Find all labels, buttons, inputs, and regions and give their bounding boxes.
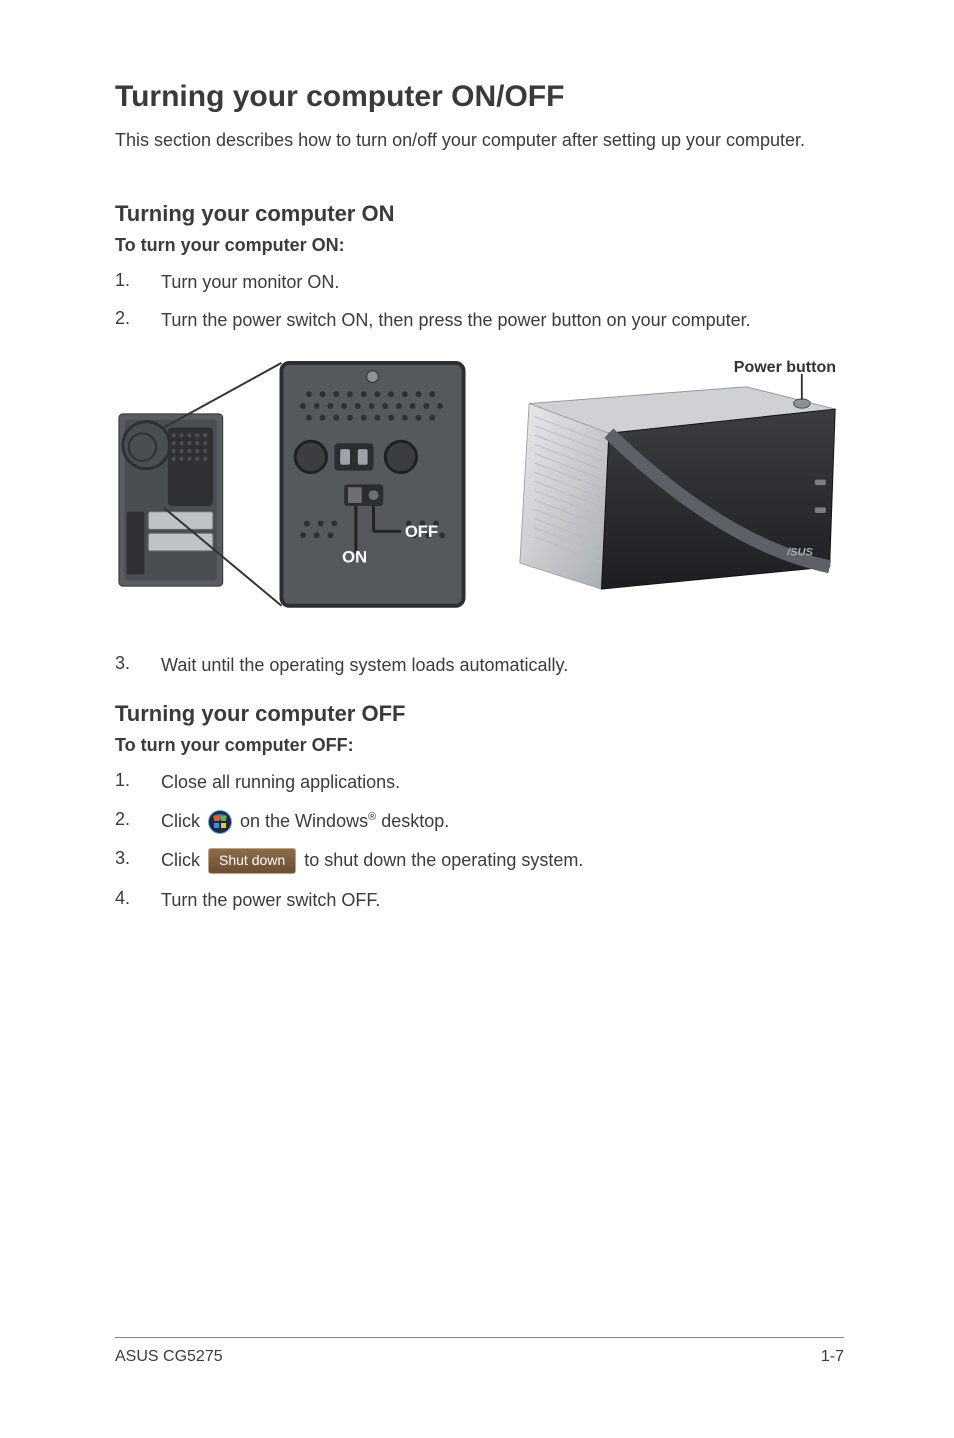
rear-panel-figure: ON OFF: [115, 359, 468, 614]
intro-text: This section describes how to turn on/of…: [115, 130, 844, 151]
turn-on-steps: 1. Turn your monitor ON. 2. Turn the pow…: [115, 270, 844, 333]
step-number: 4.: [115, 888, 161, 912]
shutdown-button-icon: Shut down: [208, 848, 296, 874]
windows-orb-icon: [208, 810, 232, 834]
registered-mark: ®: [368, 811, 376, 823]
svg-text:/SUS: /SUS: [785, 546, 813, 558]
list-item: 1. Turn your monitor ON.: [115, 270, 844, 294]
step3-part-a: Click: [161, 850, 205, 870]
power-button-label: Power button: [734, 359, 836, 377]
off-label: OFF: [405, 522, 438, 541]
turn-on-step3-list: 3. Wait until the operating system loads…: [115, 653, 844, 677]
list-item: 2. Turn the power switch ON, then press …: [115, 308, 844, 332]
figure-row: ON OFF Power button: [115, 359, 844, 614]
turn-off-heading: Turning your computer OFF: [115, 701, 844, 727]
list-item: 2. Click on the Windows® desktop.: [115, 809, 844, 834]
step-text: Wait until the operating system loads au…: [161, 653, 844, 677]
step-number: 3.: [115, 653, 161, 677]
step3-part-b: to shut down the operating system.: [304, 850, 583, 870]
list-item: 3. Click Shut down to shut down the oper…: [115, 848, 844, 874]
on-label: ON: [342, 547, 367, 566]
step-number: 3.: [115, 848, 161, 874]
step-text: Click on the Windows® desktop.: [161, 809, 844, 834]
list-item: 4. Turn the power switch OFF.: [115, 888, 844, 912]
footer-right: 1-7: [821, 1348, 844, 1366]
step2-part-c: desktop.: [376, 811, 449, 831]
page-title: Turning your computer ON/OFF: [115, 80, 844, 114]
step-text: Turn the power switch ON, then press the…: [161, 308, 844, 332]
front-panel-figure: Power button: [492, 359, 845, 591]
step-number: 2.: [115, 308, 161, 332]
step-number: 1.: [115, 270, 161, 294]
rear-panel-svg: ON OFF: [115, 359, 468, 614]
turn-on-instruction: To turn your computer ON:: [115, 235, 844, 256]
front-panel-svg: /SUS: [492, 359, 845, 591]
footer-left: ASUS CG5275: [115, 1348, 223, 1366]
turn-off-steps: 1. Close all running applications. 2. Cl…: [115, 770, 844, 912]
page-footer: ASUS CG5275 1-7: [115, 1337, 844, 1366]
step2-part-a: Click: [161, 811, 205, 831]
step-text: Close all running applications.: [161, 770, 844, 794]
step-text: Click Shut down to shut down the operati…: [161, 848, 844, 874]
step-number: 2.: [115, 809, 161, 834]
list-item: 3. Wait until the operating system loads…: [115, 653, 844, 677]
step-text: Turn the power switch OFF.: [161, 888, 844, 912]
turn-on-heading: Turning your computer ON: [115, 201, 844, 227]
step2-part-b: on the Windows: [240, 811, 368, 831]
step-text: Turn your monitor ON.: [161, 270, 844, 294]
step-number: 1.: [115, 770, 161, 794]
list-item: 1. Close all running applications.: [115, 770, 844, 794]
turn-off-instruction: To turn your computer OFF:: [115, 735, 844, 756]
